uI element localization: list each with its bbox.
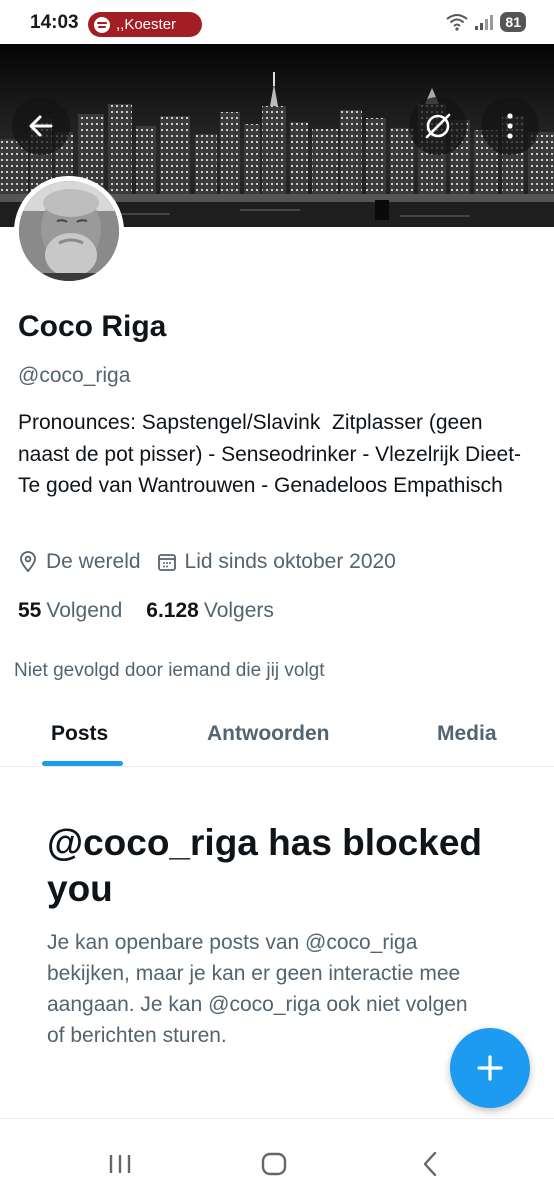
avatar[interactable] bbox=[14, 176, 124, 286]
location-text: De wereld bbox=[46, 550, 141, 573]
arrow-left-icon bbox=[29, 115, 53, 137]
tab-posts[interactable]: Posts bbox=[51, 722, 108, 746]
home-button[interactable] bbox=[254, 1149, 294, 1179]
system-nav-bar bbox=[0, 1119, 554, 1200]
status-icons: 81 bbox=[446, 12, 526, 32]
status-time: 14:03 bbox=[30, 12, 79, 33]
wifi-icon bbox=[446, 14, 469, 31]
profile-tabs: Posts Antwoorden Media bbox=[0, 705, 554, 767]
chevron-left-icon bbox=[423, 1151, 437, 1177]
spotify-icon bbox=[94, 16, 110, 33]
back-button[interactable] bbox=[12, 97, 70, 155]
location-pin-icon bbox=[20, 551, 36, 573]
profile-meta: De wereld Lid sinds oktober 2020 bbox=[18, 550, 412, 574]
more-options-button[interactable] bbox=[481, 97, 539, 155]
blocked-title: @coco_riga has blocked you bbox=[47, 822, 483, 909]
user-handle: @coco_riga bbox=[18, 364, 131, 387]
recents-icon bbox=[109, 1155, 131, 1173]
location-item: De wereld bbox=[18, 550, 141, 574]
follow-stats: 55 Volgend 6.128 Volgers bbox=[18, 599, 298, 623]
profile-bio: Pronounces: Sapstengel/Slavink Zitplasse… bbox=[18, 411, 527, 497]
media-playing-chip[interactable]: ,,Koester bbox=[88, 12, 202, 37]
blocked-description: Je kan openbare posts van @coco_riga bek… bbox=[47, 931, 468, 1047]
followers-label: Volgers bbox=[203, 599, 274, 622]
joined-item: Lid sinds oktober 2020 bbox=[157, 550, 396, 574]
signal-icon bbox=[475, 15, 494, 30]
display-name: Coco Riga bbox=[18, 310, 167, 343]
translate-toggle-button[interactable] bbox=[409, 97, 467, 155]
tab-media[interactable]: Media bbox=[437, 722, 497, 746]
joined-date-text: Lid sinds oktober 2020 bbox=[184, 550, 396, 573]
calendar-icon bbox=[157, 554, 176, 571]
system-back-button[interactable] bbox=[410, 1149, 450, 1179]
more-vertical-icon bbox=[507, 113, 513, 139]
not-followed-notice: Niet gevolgd door iemand die jij volgt bbox=[14, 660, 325, 681]
translate-off-icon bbox=[425, 113, 451, 139]
following-count: 55 bbox=[18, 599, 42, 622]
following-label: Volgend bbox=[46, 599, 123, 622]
followers-count: 6.128 bbox=[146, 599, 199, 622]
plus-icon bbox=[477, 1055, 503, 1081]
compose-post-button[interactable] bbox=[450, 1028, 530, 1108]
profile-photo bbox=[19, 181, 119, 281]
active-tab-indicator bbox=[42, 761, 123, 766]
followers-link[interactable]: 6.128 Volgers bbox=[146, 599, 274, 623]
battery-indicator: 81 bbox=[500, 12, 526, 32]
media-chip-label: ,,Koester bbox=[116, 16, 177, 33]
recents-button[interactable] bbox=[100, 1149, 140, 1179]
home-icon bbox=[261, 1152, 287, 1176]
tab-replies[interactable]: Antwoorden bbox=[207, 722, 329, 746]
following-link[interactable]: 55 Volgend bbox=[18, 599, 122, 623]
status-bar: 14:03 ,,Koester 81 bbox=[0, 0, 554, 44]
